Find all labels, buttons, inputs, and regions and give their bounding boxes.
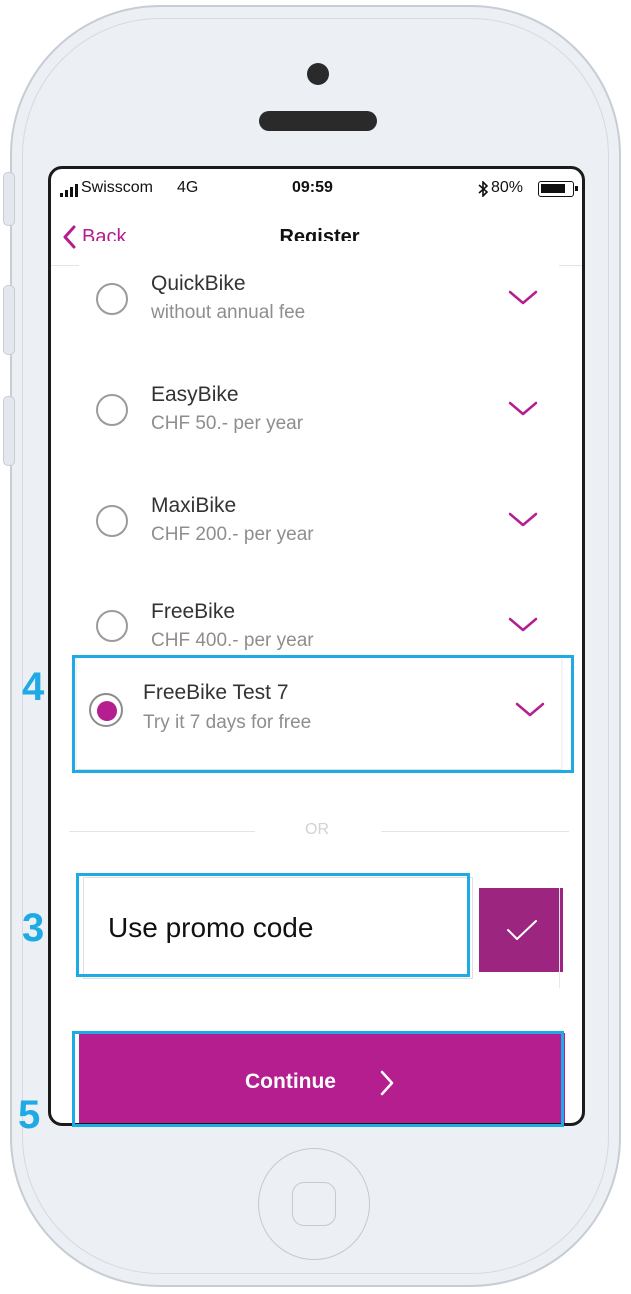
or-divider-label: OR: [305, 821, 329, 838]
phone-screen: Swisscom 4G 09:59 80% Back Register Quic…: [48, 166, 585, 1126]
battery-icon: [538, 181, 578, 197]
battery-percent: 80%: [491, 179, 524, 196]
plan-name: FreeBike: [151, 600, 236, 623]
bluetooth-icon: [478, 181, 489, 197]
home-button-square-icon: [292, 1182, 336, 1226]
plan-option-maxibike[interactable]: MaxiBike CHF 200.- per year: [79, 463, 559, 575]
mute-switch: [3, 172, 15, 226]
promo-submit-button[interactable]: [479, 888, 563, 972]
chevron-down-icon[interactable]: [507, 288, 539, 308]
radio-button[interactable]: [96, 505, 128, 537]
plan-option-easybike[interactable]: EasyBike CHF 50.- per year: [79, 352, 559, 464]
plan-description: CHF 50.- per year: [151, 413, 304, 434]
promo-field-edge: [559, 888, 560, 988]
chevron-down-icon[interactable]: [507, 399, 539, 419]
annotation-box-promo: [76, 873, 470, 977]
volume-up-button: [3, 285, 15, 355]
network-type: 4G: [177, 179, 199, 196]
chevron-down-icon[interactable]: [507, 510, 539, 530]
annotation-number-5: 5: [18, 1093, 41, 1137]
plan-description: CHF 400.- per year: [151, 630, 314, 651]
volume-down-button: [3, 396, 15, 466]
or-divider-line-right: [381, 831, 569, 832]
annotation-number-4: 4: [22, 665, 45, 709]
radio-button[interactable]: [96, 283, 128, 315]
annotation-box-plan: [72, 655, 574, 773]
checkmark-icon: [507, 920, 537, 940]
status-time: 09:59: [292, 179, 333, 196]
radio-button[interactable]: [96, 394, 128, 426]
earpiece-speaker: [259, 111, 377, 131]
plan-name: QuickBike: [151, 272, 246, 295]
or-divider-line-left: [69, 831, 255, 832]
annotation-box-continue: [72, 1031, 564, 1127]
carrier-name: Swisscom: [81, 179, 154, 196]
chevron-down-icon[interactable]: [507, 615, 539, 635]
plan-description: without annual fee: [151, 302, 306, 323]
plan-name: EasyBike: [151, 383, 239, 406]
plan-name: MaxiBike: [151, 494, 237, 517]
plan-description: CHF 200.- per year: [151, 524, 314, 545]
radio-button[interactable]: [96, 610, 128, 642]
plan-option-quickbike[interactable]: QuickBike without annual fee: [79, 241, 559, 353]
annotation-number-3: 3: [22, 906, 45, 950]
front-camera: [307, 63, 329, 85]
